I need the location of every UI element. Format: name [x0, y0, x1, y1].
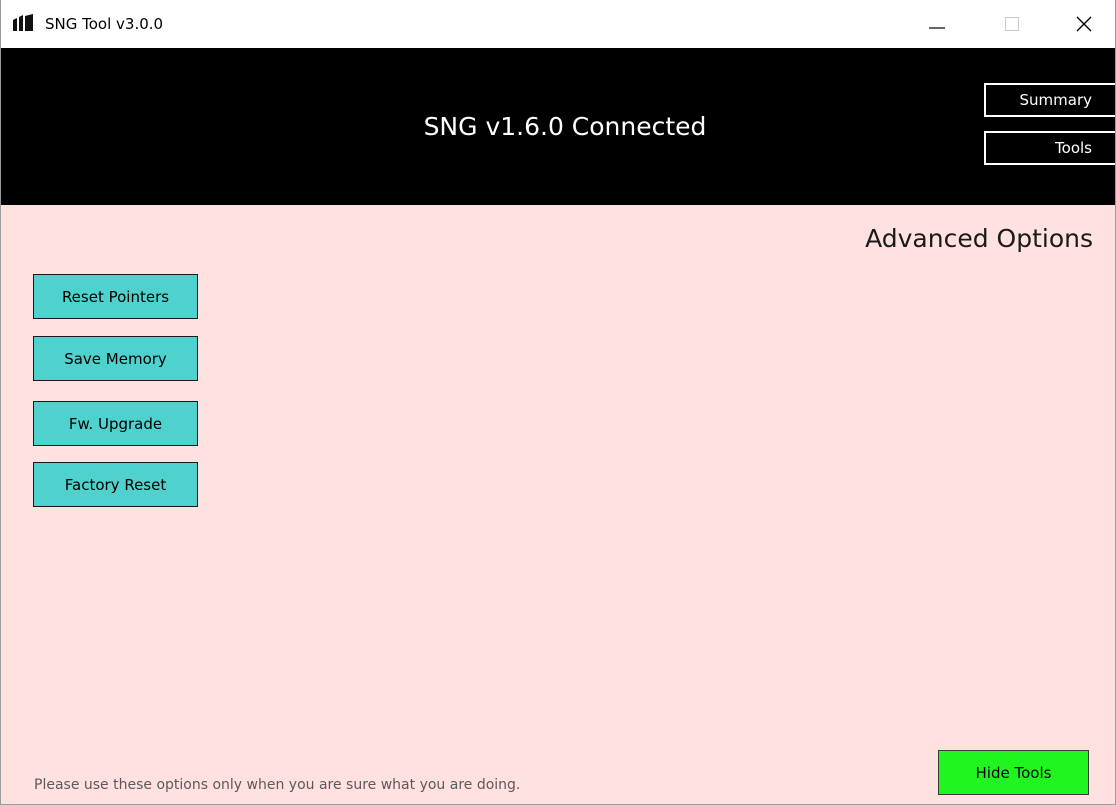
close-button[interactable]	[1061, 0, 1107, 48]
warning-message: Please use these options only when you a…	[34, 777, 521, 793]
maximize-icon	[1005, 17, 1019, 31]
hide-tools-button[interactable]: Hide Tools	[938, 750, 1089, 795]
firmware-upgrade-button[interactable]: Fw. Upgrade	[33, 401, 198, 446]
maximize-button[interactable]	[989, 0, 1035, 48]
title-bar[interactable]: SNG Tool v3.0.0	[1, 0, 1115, 48]
connection-header: SNG v1.6.0 Connected Summary Tools	[1, 48, 1115, 205]
app-window: SNG Tool v3.0.0 SNG v1.6.0 Connected Sum…	[0, 0, 1116, 805]
tools-button[interactable]: Tools	[984, 131, 1115, 165]
save-memory-button[interactable]: Save Memory	[33, 336, 198, 381]
advanced-options-panel: Advanced Options Reset Pointers Save Mem…	[1, 205, 1115, 804]
reset-pointers-button[interactable]: Reset Pointers	[33, 274, 198, 319]
connection-status: SNG v1.6.0 Connected	[423, 112, 707, 141]
summary-button[interactable]: Summary	[984, 83, 1115, 117]
minimize-icon	[929, 27, 945, 29]
close-icon	[1076, 16, 1092, 32]
window-title: SNG Tool v3.0.0	[45, 15, 164, 33]
minimize-button[interactable]	[914, 0, 960, 48]
factory-reset-button[interactable]: Factory Reset	[33, 462, 198, 507]
sng-logo-icon	[12, 14, 34, 32]
section-title: Advanced Options	[865, 224, 1093, 253]
